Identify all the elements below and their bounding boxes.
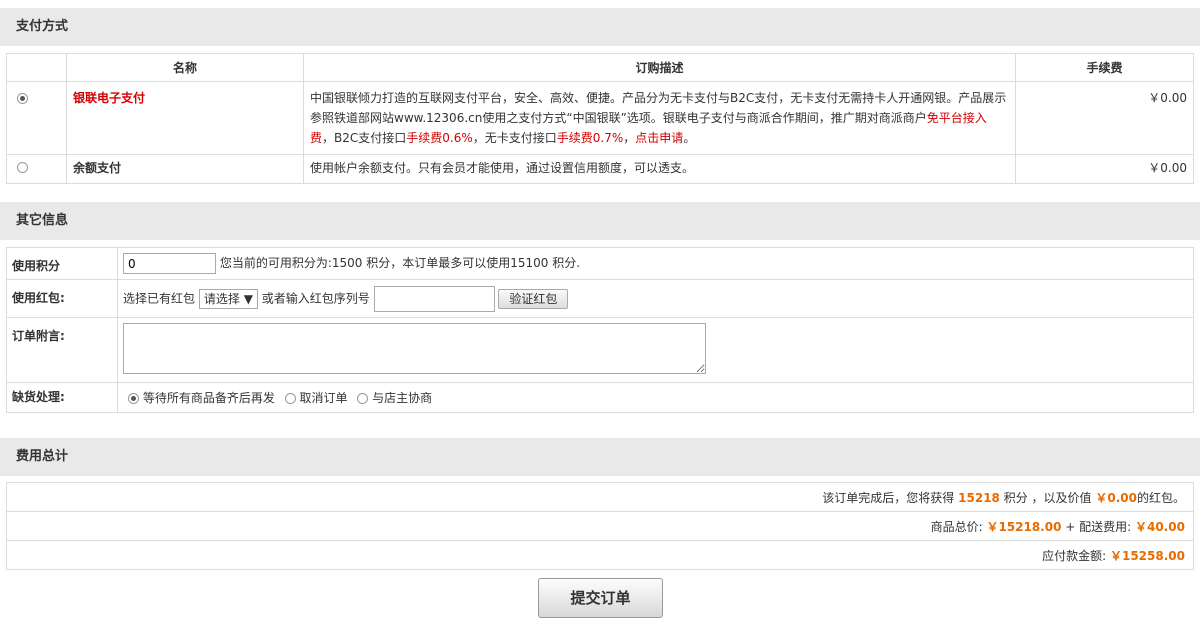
total-table: 该订单完成后，您将获得 15218 积分 ，以及价值 ￥0.00的红包。 商品总… [6, 482, 1194, 570]
balance-fee: ￥0.00 [1015, 154, 1194, 184]
shortage-wait-label: 等待所有商品备齐后再发 [142, 391, 275, 405]
shortage-cancel-label: 取消订单 [299, 391, 348, 405]
col-fee-header: 手续费 [1015, 53, 1194, 82]
shortage-label: 缺货处理: [6, 382, 118, 413]
remark-row: 订单附言: [6, 317, 1194, 383]
shipping-fee: ￥40.00 [1135, 519, 1185, 534]
redpacket-or-label: 或者输入红包序列号 [261, 291, 370, 305]
submit-order-button[interactable]: 提交订单 [538, 578, 663, 618]
points-row: 使用积分 您当前的可用积分为:1500 积分，本订单最多可以使用15100 积分… [6, 247, 1194, 280]
apply-link[interactable]: 点击申请 [635, 131, 683, 145]
shortage-wait-radio[interactable] [128, 393, 139, 404]
payment-option-unionpay[interactable]: 银联电子支付 中国银联倾力打造的互联网支付平台，安全、高效、便捷。产品分为无卡支… [6, 81, 1194, 155]
payment-option-balance[interactable]: 余额支付 使用帐户余额支付。只有会员才能使用，通过设置信用额度，可以透支。 ￥0… [6, 154, 1194, 184]
reward-points: 15218 [958, 490, 1000, 505]
balance-name: 余额支付 [66, 154, 304, 184]
redpacket-label: 使用红包: [6, 279, 118, 318]
unionpay-desc: 中国银联倾力打造的互联网支付平台，安全、高效、便捷。产品分为无卡支付与B2C支付… [303, 81, 1016, 155]
verify-redpacket-button[interactable]: 验证红包 [498, 288, 569, 309]
balance-radio[interactable] [17, 162, 28, 173]
unionpay-radio[interactable] [17, 93, 28, 104]
payment-section-title: 支付方式 [0, 8, 1200, 46]
other-section-title: 其它信息 [0, 202, 1200, 240]
redpacket-serial-input[interactable] [373, 285, 495, 312]
points-hint: 您当前的可用积分为:1500 积分，本订单最多可以使用15100 积分. [219, 256, 581, 270]
subtotal-row: 商品总价: ￥15218.00 + 配送费用: ￥40.00 [6, 511, 1194, 541]
unionpay-name: 银联电子支付 [66, 81, 304, 155]
reward-row: 该订单完成后，您将获得 15218 积分 ，以及价值 ￥0.00的红包。 [6, 482, 1194, 512]
remark-textarea[interactable] [123, 323, 706, 374]
points-input[interactable] [123, 253, 216, 274]
points-label: 使用积分 [6, 247, 118, 280]
col-name-header: 名称 [66, 53, 304, 82]
other-info-table: 使用积分 您当前的可用积分为:1500 积分，本订单最多可以使用15100 积分… [6, 247, 1194, 413]
dropdown-arrow-icon: ▼ [243, 291, 253, 306]
shortage-row: 缺货处理: 等待所有商品备齐后再发 取消订单 与店主协商 [6, 382, 1194, 413]
payment-header-row: 名称 订购描述 手续费 [6, 53, 1194, 82]
goods-total: ￥15218.00 [986, 519, 1062, 534]
unionpay-fee: ￥0.00 [1015, 81, 1194, 155]
shortage-negotiate-radio[interactable] [357, 393, 369, 404]
balance-desc: 使用帐户余额支付。只有会员才能使用，通过设置信用额度，可以透支。 [303, 154, 1016, 184]
total-section-title: 费用总计 [0, 438, 1200, 476]
reward-redpacket-value: ￥0.00 [1095, 490, 1137, 505]
redpacket-row: 使用红包: 选择已有红包 请选择 ▼ 或者输入红包序列号 验证红包 [6, 279, 1194, 318]
payment-table: 名称 订购描述 手续费 银联电子支付 中国银联倾力打造的互联网支付平台，安全、高… [6, 53, 1194, 184]
redpacket-choose-label: 选择已有红包 [123, 291, 196, 305]
shortage-cancel-radio[interactable] [284, 393, 296, 404]
remark-label: 订单附言: [6, 317, 118, 383]
shortage-negotiate-label: 与店主协商 [372, 391, 433, 405]
payable-row: 应付款金额: ￥15258.00 [6, 540, 1194, 570]
col-desc-header: 订购描述 [303, 53, 1016, 82]
payable-amount: ￥15258.00 [1109, 548, 1185, 563]
redpacket-select[interactable]: 请选择 ▼ [198, 288, 258, 309]
